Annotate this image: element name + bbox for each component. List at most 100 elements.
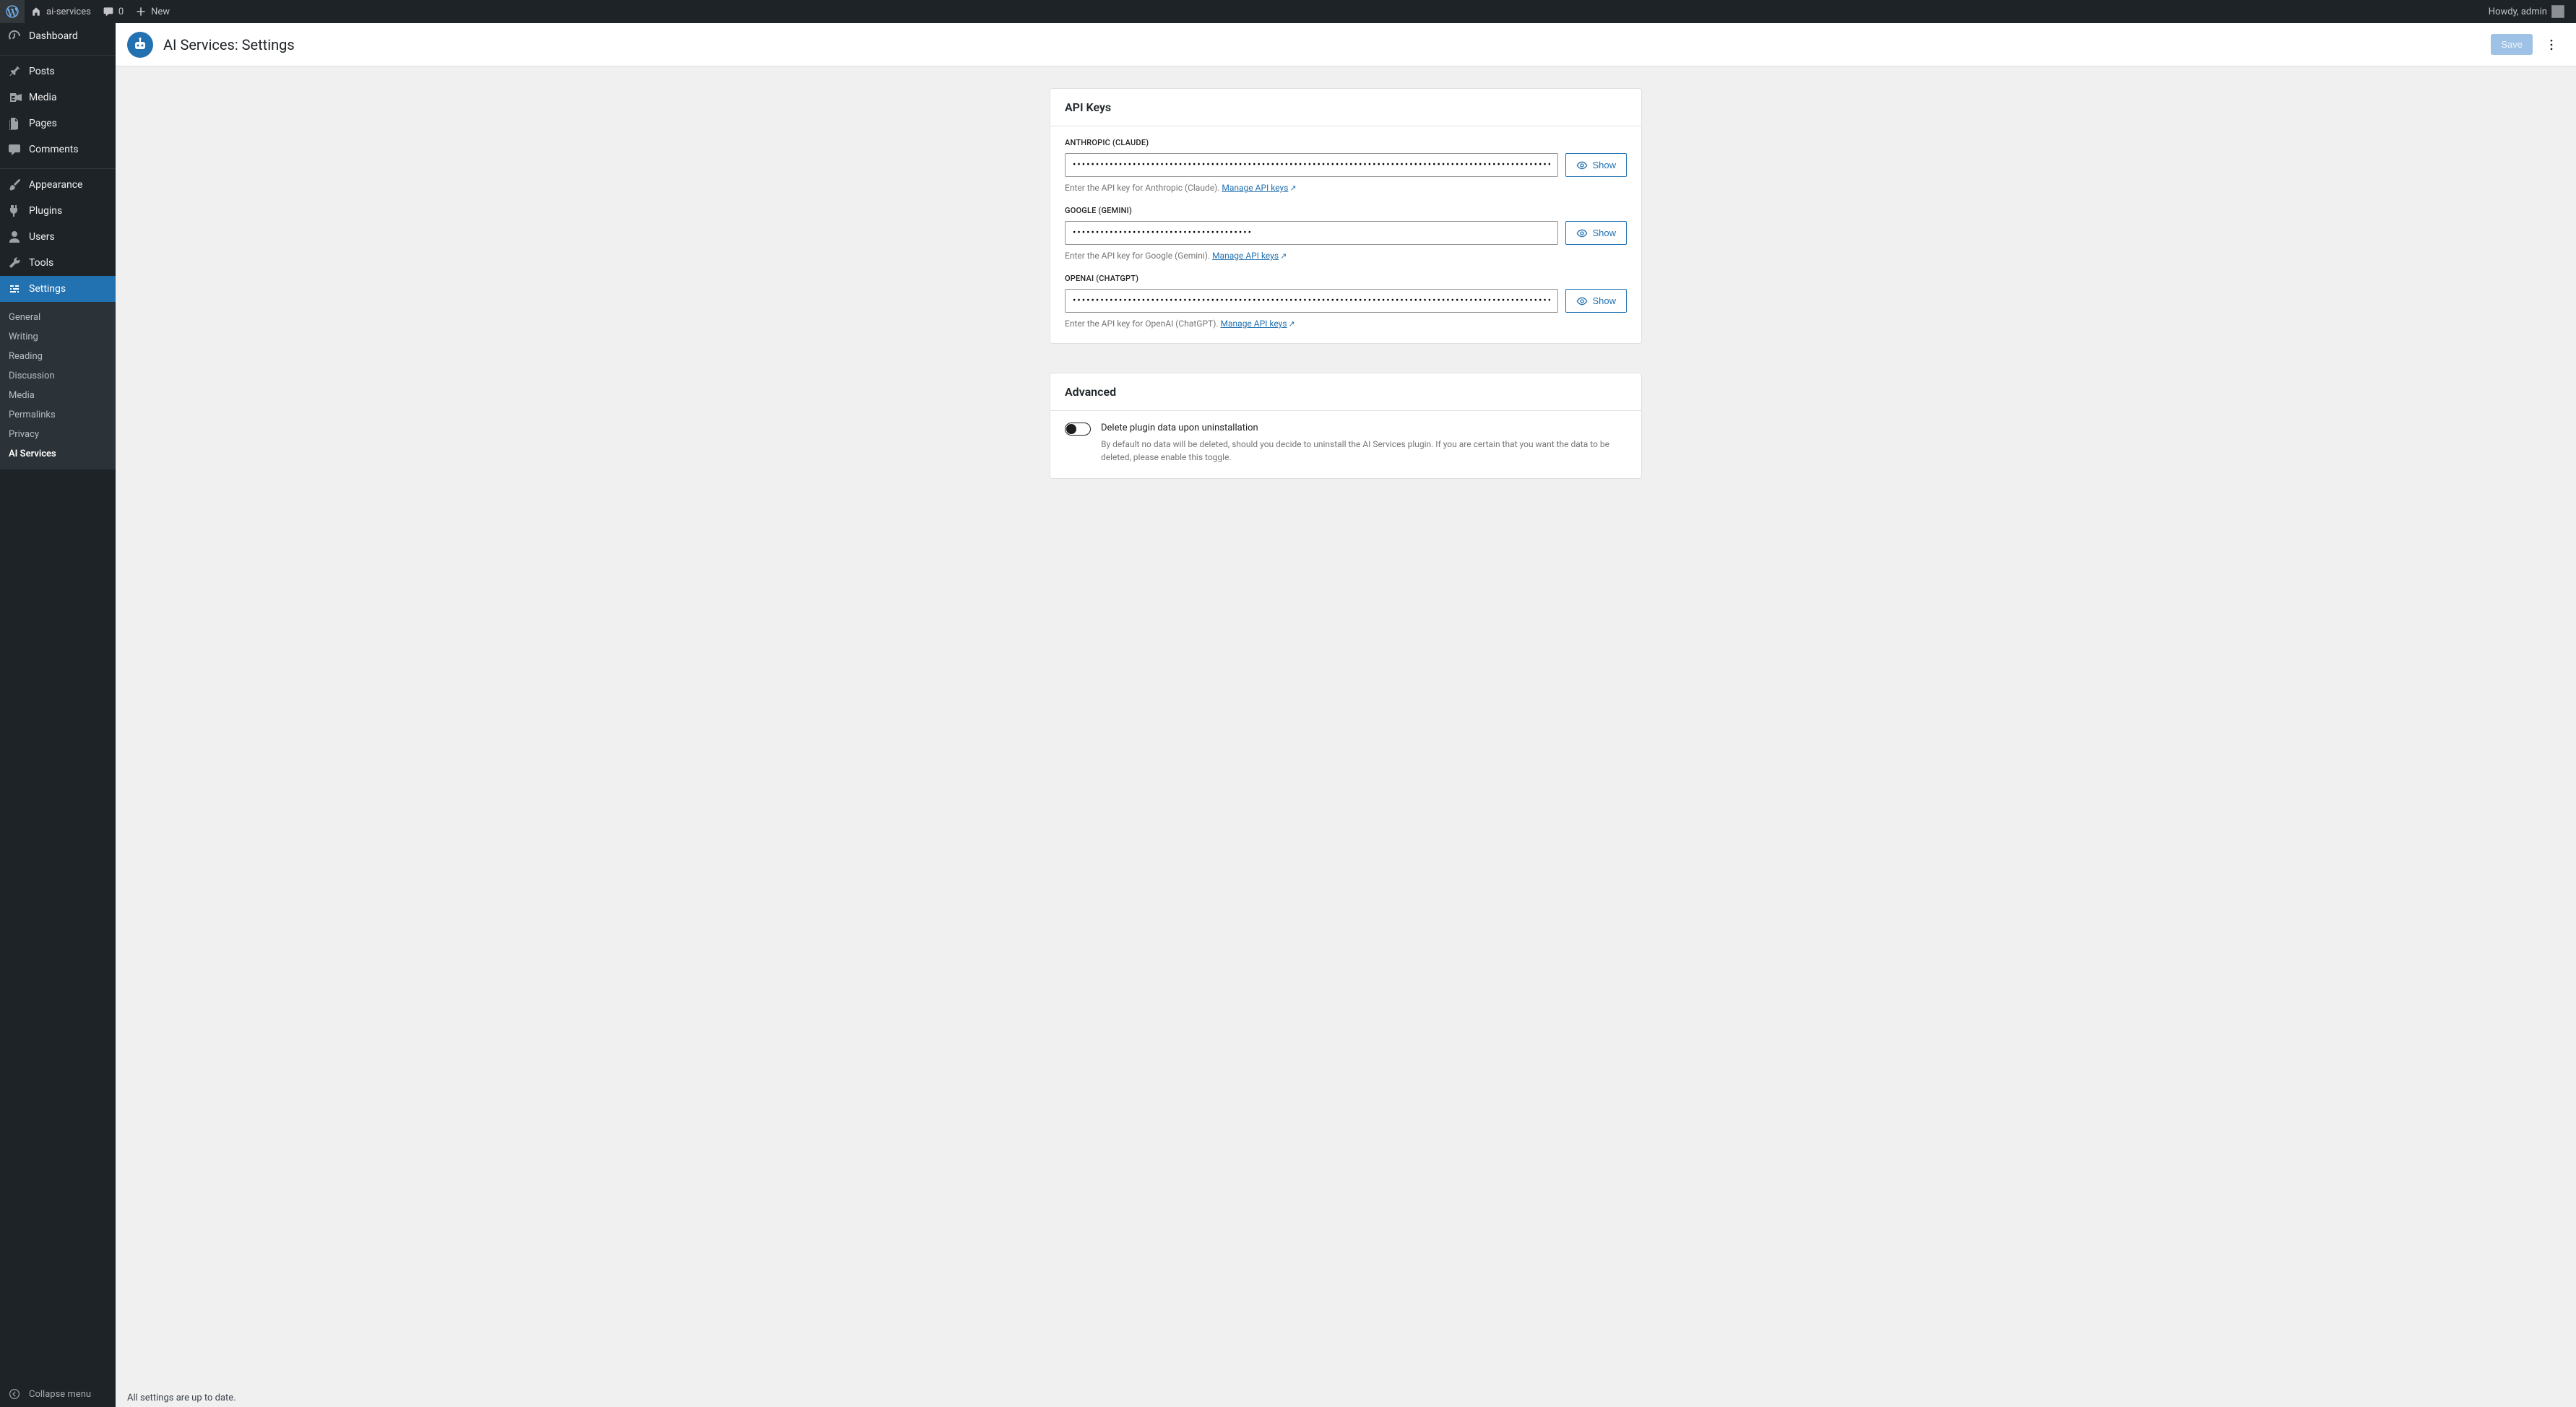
field-help: Enter the API key for OpenAI (ChatGPT). … xyxy=(1065,319,1627,329)
my-account-link[interactable]: Howdy, admin xyxy=(2483,0,2570,23)
external-link-icon: ↗ xyxy=(1289,183,1296,193)
field-label: ANTHROPIC (CLAUDE) xyxy=(1065,138,1627,147)
collapse-label: Collapse menu xyxy=(29,1389,91,1400)
menu-label: Comments xyxy=(29,144,79,155)
site-name-label: ai-services xyxy=(46,7,91,17)
collapse-menu[interactable]: Collapse menu xyxy=(0,1381,116,1407)
comment-icon xyxy=(103,6,114,17)
show-label: Show xyxy=(1592,160,1616,170)
manage-api-keys-link[interactable]: Manage API keys xyxy=(1212,251,1279,261)
save-button[interactable]: Save xyxy=(2491,34,2533,55)
admin-bar: ai-services 0 New Howdy, admin xyxy=(0,0,2576,23)
wordpress-icon xyxy=(6,5,19,18)
menu-dashboard[interactable]: Dashboard xyxy=(0,23,116,49)
toggle-row: Delete plugin data upon uninstallation B… xyxy=(1065,423,1627,464)
menu-separator xyxy=(0,165,116,169)
submenu-general[interactable]: General xyxy=(0,308,116,327)
field-anthropic: ANTHROPIC (CLAUDE) Show xyxy=(1065,138,1627,193)
pin-icon xyxy=(7,64,22,79)
openai-api-key-input[interactable] xyxy=(1065,289,1558,313)
page-header: AI Services: Settings Save xyxy=(116,23,2576,66)
menu-pages[interactable]: Pages xyxy=(0,111,116,137)
panel-body: Delete plugin data upon uninstallation B… xyxy=(1050,411,1641,478)
panel-header: API Keys xyxy=(1050,89,1641,126)
eye-icon xyxy=(1576,160,1588,171)
more-options-button[interactable] xyxy=(2538,32,2564,58)
submenu-discussion[interactable]: Discussion xyxy=(0,366,116,386)
toggle-knob xyxy=(1066,424,1076,434)
menu-appearance[interactable]: Appearance xyxy=(0,172,116,198)
show-button-anthropic[interactable]: Show xyxy=(1565,153,1627,177)
menu-users[interactable]: Users xyxy=(0,224,116,250)
submenu-permalinks[interactable]: Permalinks xyxy=(0,405,116,425)
show-button-openai[interactable]: Show xyxy=(1565,289,1627,313)
field-help: Enter the API key for Anthropic (Claude)… xyxy=(1065,183,1627,193)
settings-submenu: General Writing Reading Discussion Media… xyxy=(0,302,116,469)
field-row: Show xyxy=(1065,221,1627,245)
home-icon xyxy=(30,6,42,17)
eye-icon xyxy=(1576,295,1588,307)
manage-api-keys-link[interactable]: Manage API keys xyxy=(1221,319,1287,329)
submenu-ai-services[interactable]: AI Services xyxy=(0,444,116,464)
user-icon xyxy=(7,230,22,244)
submenu-privacy[interactable]: Privacy xyxy=(0,425,116,444)
show-button-google[interactable]: Show xyxy=(1565,221,1627,245)
body-scroll[interactable]: API Keys ANTHROPIC (CLAUDE) xyxy=(116,66,2576,1407)
new-content-label: New xyxy=(151,7,170,17)
menu-plugins[interactable]: Plugins xyxy=(0,198,116,224)
wrench-icon xyxy=(7,256,22,270)
pages-icon xyxy=(7,116,22,131)
menu-label: Plugins xyxy=(29,205,62,217)
submenu-media[interactable]: Media xyxy=(0,386,116,405)
content: AI Services: Settings Save API Keys xyxy=(116,23,2576,1407)
menu-media[interactable]: Media xyxy=(0,85,116,111)
admin-menu: Dashboard Posts Media Pages Comments xyxy=(0,23,116,1407)
brush-icon xyxy=(7,178,22,192)
new-content-link[interactable]: New xyxy=(129,0,176,23)
menu-label: Media xyxy=(29,92,57,103)
admin-bar-right: Howdy, admin xyxy=(2483,0,2570,23)
admin-bar-left: ai-services 0 New xyxy=(0,0,176,23)
menu-label: Pages xyxy=(29,118,57,129)
menu-comments[interactable]: Comments xyxy=(0,137,116,163)
panel-wrap: API Keys ANTHROPIC (CLAUDE) xyxy=(1050,88,1642,479)
menu-tools[interactable]: Tools xyxy=(0,250,116,276)
google-api-key-input[interactable] xyxy=(1065,221,1558,245)
ai-services-icon xyxy=(127,32,153,58)
comments-icon xyxy=(7,142,22,157)
howdy-text: Howdy, admin xyxy=(2489,7,2547,17)
menu-separator xyxy=(0,52,116,56)
toggle-label: Delete plugin data upon uninstallation xyxy=(1101,423,1627,433)
page-title: AI Services: Settings xyxy=(163,36,295,53)
field-row: Show xyxy=(1065,289,1627,313)
wp-logo[interactable] xyxy=(0,0,25,23)
comments-link[interactable]: 0 xyxy=(97,0,129,23)
menu-label: Tools xyxy=(29,257,53,269)
menu-label: Settings xyxy=(29,283,66,295)
more-vertical-icon xyxy=(2544,38,2559,52)
external-link-icon: ↗ xyxy=(1289,319,1295,329)
external-link-icon: ↗ xyxy=(1280,251,1287,261)
plus-icon xyxy=(135,6,147,17)
submenu-reading[interactable]: Reading xyxy=(0,347,116,366)
menu-label: Users xyxy=(29,231,55,243)
comments-count: 0 xyxy=(118,7,124,17)
panel-body: ANTHROPIC (CLAUDE) Show xyxy=(1050,126,1641,343)
panel-advanced: Advanced Delete plugin data upon uninsta… xyxy=(1050,373,1642,479)
submenu-writing[interactable]: Writing xyxy=(0,327,116,347)
field-label: OPENAI (CHATGPT) xyxy=(1065,274,1627,283)
menu-settings[interactable]: Settings xyxy=(0,276,116,302)
anthropic-api-key-input[interactable] xyxy=(1065,153,1558,177)
plugin-icon xyxy=(7,204,22,218)
app: Dashboard Posts Media Pages Comments xyxy=(0,23,2576,1407)
field-help: Enter the API key for Google (Gemini). M… xyxy=(1065,251,1627,261)
delete-data-toggle[interactable] xyxy=(1065,423,1091,436)
status-message: All settings are up to date. xyxy=(127,1393,236,1403)
panel-title: Advanced xyxy=(1065,385,1627,399)
menu-posts[interactable]: Posts xyxy=(0,59,116,85)
manage-api-keys-link[interactable]: Manage API keys xyxy=(1222,183,1288,193)
site-name-link[interactable]: ai-services xyxy=(25,0,97,23)
panel-title: API Keys xyxy=(1065,100,1627,114)
status-bar: All settings are up to date. xyxy=(116,1388,2576,1407)
media-icon xyxy=(7,90,22,105)
